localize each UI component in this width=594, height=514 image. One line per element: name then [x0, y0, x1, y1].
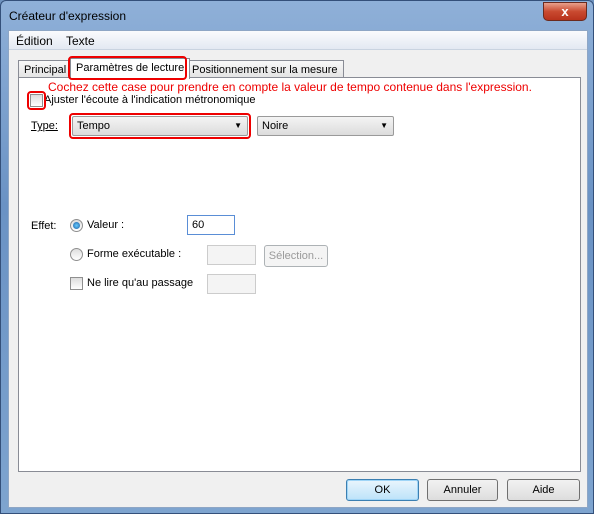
forme-label: Forme exécutable : — [87, 248, 182, 260]
help-button[interactable]: Aide — [507, 479, 580, 501]
unit-select[interactable]: Noire ▼ — [257, 116, 394, 136]
passage-label: Ne lire qu'au passage — [87, 277, 194, 289]
menu-edition[interactable]: Édition — [16, 34, 53, 48]
selection-button[interactable]: Sélection... — [264, 245, 328, 267]
passage-checkbox[interactable] — [70, 277, 83, 290]
window-title: Créateur d'expression — [9, 9, 127, 23]
effet-label: Effet: — [31, 220, 57, 232]
forme-radio[interactable] — [70, 248, 83, 261]
type-label: Type: — [31, 120, 58, 132]
menu-bar: Édition Texte — [9, 31, 587, 50]
forme-input[interactable] — [207, 245, 256, 265]
tab-panel: Cochez cette case pour prendre en compte… — [18, 77, 581, 472]
cancel-button[interactable]: Annuler — [427, 479, 498, 501]
annotation-text: Cochez cette case pour prendre en compte… — [48, 80, 532, 94]
highlight-tab — [68, 56, 187, 80]
tab-positionnement[interactable]: Positionnement sur la mesure — [186, 60, 344, 78]
highlight-checkbox — [27, 91, 46, 110]
dialog-window: Créateur d'expression x Édition Texte Pr… — [0, 0, 594, 514]
adjust-label: Ajuster l'écoute à l'indication métronom… — [44, 94, 256, 106]
unit-value: Noire — [262, 120, 289, 132]
ok-button[interactable]: OK — [346, 479, 419, 501]
tab-principal[interactable]: Principal — [18, 60, 73, 78]
close-button[interactable]: x — [543, 2, 587, 21]
menu-texte[interactable]: Texte — [66, 34, 95, 48]
valeur-input[interactable]: 60 — [187, 215, 235, 235]
passage-input[interactable] — [207, 274, 256, 294]
highlight-type — [69, 113, 251, 139]
dropdown-arrow-icon: ▼ — [380, 121, 388, 130]
client-area: Édition Texte Principal Paramètres de le… — [8, 30, 588, 508]
valeur-label: Valeur : — [87, 219, 125, 231]
valeur-radio[interactable] — [70, 219, 83, 232]
